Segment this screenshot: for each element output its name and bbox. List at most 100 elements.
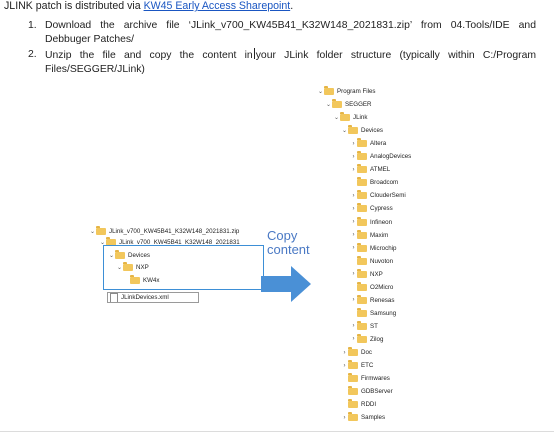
folder-name: Doc [361,349,373,356]
folder-icon [357,229,367,239]
chevron-right-icon[interactable]: › [350,193,357,199]
step-1: 1. Download the archive file ‘JLink_v700… [28,19,536,46]
folder-icon [348,386,358,396]
chevron-right-icon[interactable]: › [350,154,357,160]
tree-row-folder[interactable]: › Samples [341,412,385,423]
tree-row-vendor[interactable]: › Zilog [350,333,384,345]
folder-icon [357,333,367,343]
folder-name: Program Files [337,88,376,95]
file-frame [107,292,199,303]
folder-icon [348,125,358,135]
step-2: 2. Unzip the file and copy the content i… [28,48,536,76]
folder-icon [357,242,367,252]
tree-row-vendor[interactable]: › ATMEL [350,164,390,175]
chevron-right-icon[interactable]: › [350,323,357,329]
folder-icon [348,373,358,383]
step-text: Unzip the file and copy the content in [45,50,253,61]
chevron-right-icon[interactable]: › [350,219,357,225]
folder-icon [357,138,367,148]
folder-icon [357,294,367,304]
folder-name: Broadcom [370,179,399,187]
tree-row-vendor[interactable]: › Renesas [350,294,394,306]
chevron-right-icon[interactable]: › [341,350,348,356]
folder-icon [357,164,367,174]
folder-icon [348,399,358,409]
folder-icon [357,307,367,317]
tree-row-vendor[interactable]: › Cypress [350,203,393,214]
chevron-right-icon[interactable]: › [341,363,348,369]
chevron-right-icon[interactable]: › [350,271,357,277]
folder-name: RDDI [361,401,377,409]
folder-icon [348,347,358,356]
folder-icon [357,255,367,265]
chevron-down-icon[interactable]: ⌄ [89,228,96,235]
sharepoint-link[interactable]: KW45 Early Access Sharepoint [144,0,291,12]
folder-icon [357,281,367,291]
copy-label-line2: content [267,242,310,257]
zip-folder-icon [96,226,106,235]
folder-name: Firmwares [361,375,390,383]
chevron-right-icon[interactable]: › [350,167,357,173]
tree-row-devices[interactable]: ⌄ Devices [341,125,383,136]
tree-row-vendor[interactable]: › ST [350,320,378,332]
tree-row-folder[interactable]: GDBServer [341,386,393,397]
folder-name: Maxim [370,231,389,239]
chevron-down-icon[interactable]: ⌄ [333,114,340,121]
folder-icon [357,320,367,330]
folder-icon [324,86,334,95]
step-text: Download the archive file ‘JLink_v700_KW… [45,20,536,45]
tree-row-vendor[interactable]: › Altera [350,138,386,149]
chevron-right-icon[interactable]: › [350,336,357,342]
tree-row-vendor[interactable]: Samsung [350,307,397,319]
folder-icon [357,177,367,187]
folder-name: Samsung [370,309,397,317]
tree-row-jlink[interactable]: ⌄ JLink [333,112,367,123]
chevron-down-icon[interactable]: ⌄ [317,88,324,95]
tree-row-vendor[interactable]: Broadcom [350,177,398,188]
tree-row-folder[interactable]: Firmwares [341,373,390,384]
intro-suffix: . [290,0,294,12]
folder-icon [357,203,367,213]
tree-row-vendor[interactable]: › Microchip [350,242,397,254]
arrow-right-icon [261,266,311,302]
folder-name: ATMEL [370,166,391,174]
chevron-down-icon[interactable]: ⌄ [341,127,348,134]
tree-row-vendor[interactable]: › ClouderSemi [350,190,406,201]
steps-list: 1. Download the archive file ‘JLink_v700… [28,19,536,76]
chevron-right-icon[interactable]: › [341,415,348,421]
tree-row-vendor[interactable]: › AnalogDevices [350,151,411,162]
intro-text: JLINK patch is distributed via KW45 Earl… [4,0,293,12]
zip-name: JLink_v700_KW45B41_K32W148_2021831.zip [109,228,240,235]
chevron-right-icon[interactable]: › [350,232,357,238]
chevron-right-icon[interactable]: › [350,141,357,147]
tree-row-folder[interactable]: RDDI [341,399,376,410]
copy-content-label: Copy content [267,229,310,257]
folder-name: Zilog [370,335,384,343]
tree-row-vendor[interactable]: › Infineon [350,216,392,228]
chevron-right-icon[interactable]: › [350,297,357,303]
folder-name: ClouderSemi [370,192,406,200]
tree-row-vendor[interactable]: Nuvoton [350,255,393,267]
folder-icon [332,99,342,109]
selection-highlight [103,245,264,290]
tree-row-folder[interactable]: › ETC [341,360,373,371]
folder-name: Cypress [370,205,393,213]
folder-icon [357,216,367,226]
chevron-down-icon[interactable]: ⌄ [325,101,332,108]
folder-icon [357,151,367,161]
tree-row-vendor[interactable]: › Maxim [350,229,389,241]
folder-icon [348,360,358,370]
tree-row-vendor[interactable]: › NXP [350,268,383,280]
chevron-right-icon[interactable]: › [350,206,357,212]
folder-icon [357,190,367,200]
tree-row-vendor[interactable]: O2Micro [350,281,393,293]
folder-name: Microchip [370,244,397,252]
step-number: 2. [28,49,37,60]
tree-row-segger[interactable]: ⌄ SEGGER [325,99,371,110]
chevron-right-icon[interactable]: › [350,245,357,251]
tree-row-zip[interactable]: ⌄ JLink_v700_KW45B41_K32W148_2021831.zip [89,226,239,237]
tree-row-program-files[interactable]: ⌄ Program Files [317,86,376,97]
folder-name: JLink [353,114,368,122]
page-bottom-rule [0,431,554,432]
tree-row-folder[interactable]: › Doc [341,347,372,358]
